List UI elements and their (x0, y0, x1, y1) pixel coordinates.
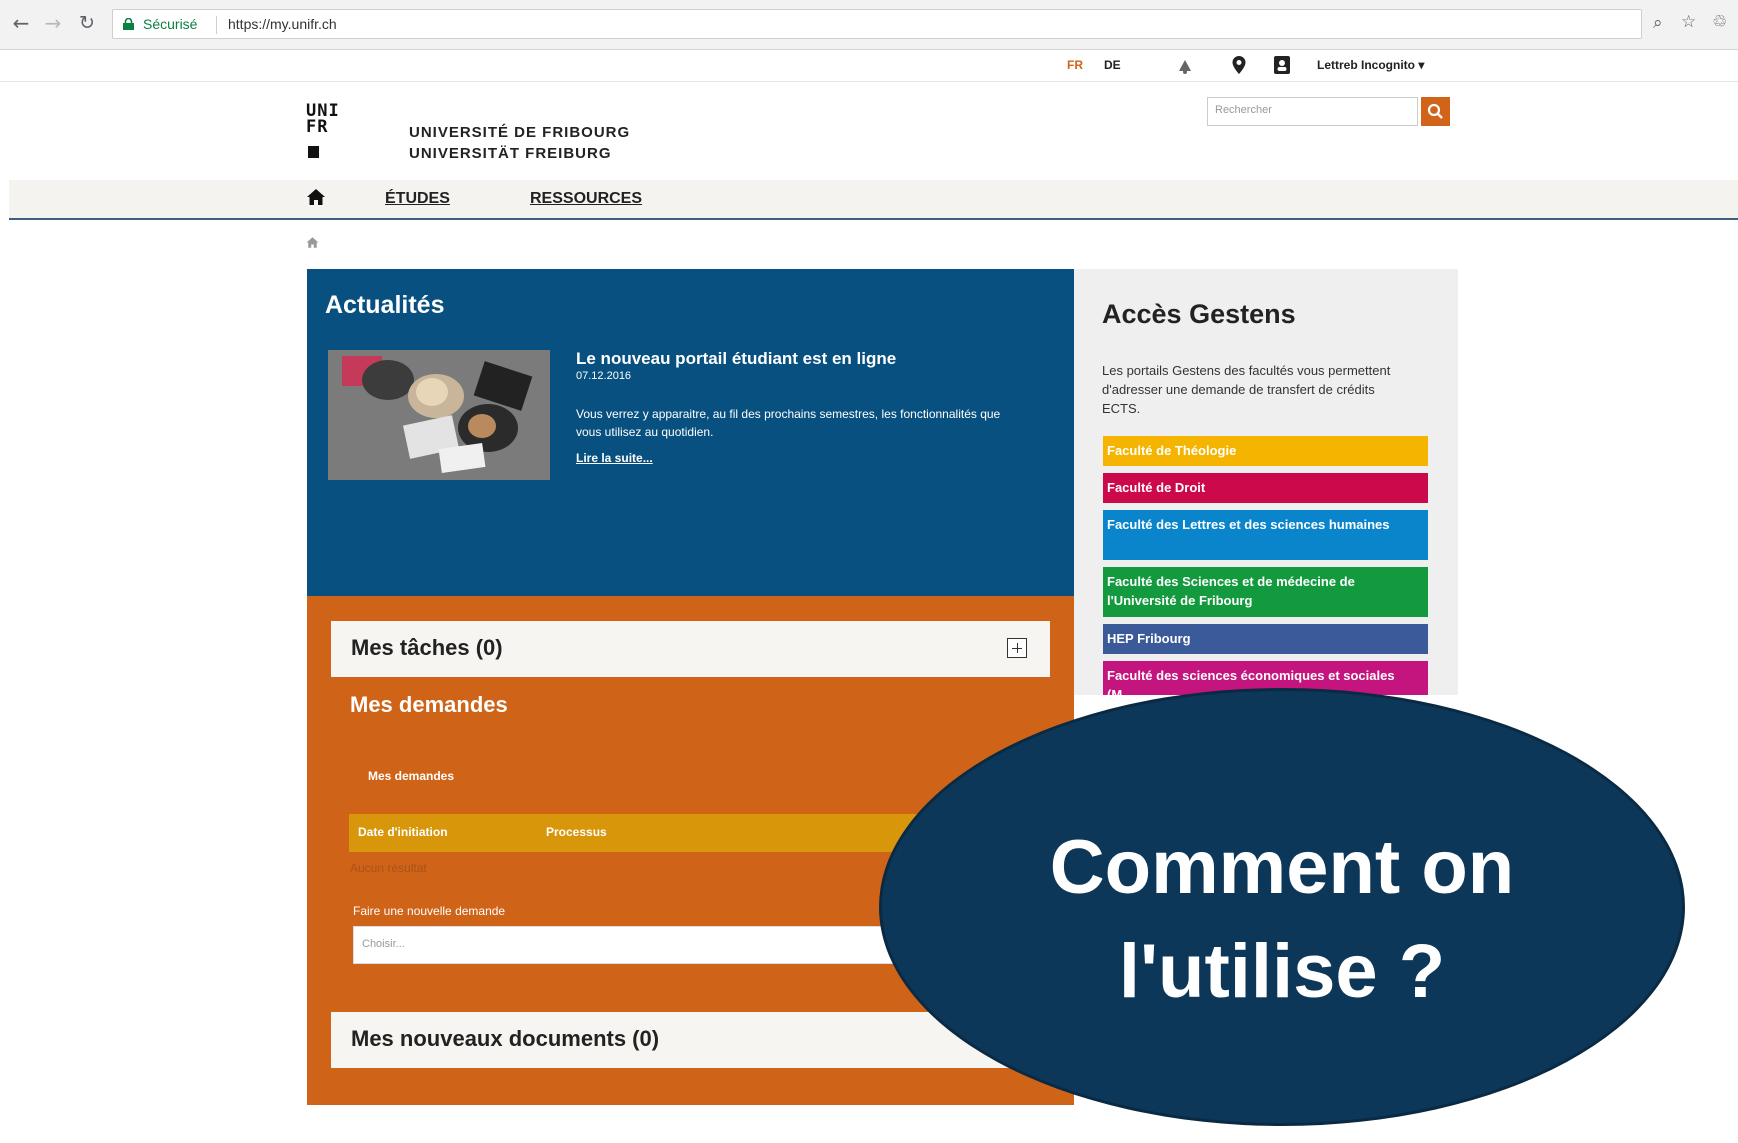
callout-bubble: Comment on l'utilise ? (879, 688, 1685, 1126)
nav-ressources[interactable]: RESSOURCES (530, 190, 642, 208)
screenshot-frame: ← → ↻ Sécurisé https://my.unifr.ch ⌕ ☆ ♲… (0, 0, 1738, 1143)
lang-de-link[interactable]: DE (1104, 58, 1121, 72)
university-name-fr: UNIVERSITÉ DE FRIBOURG (409, 124, 631, 141)
address-bar[interactable]: Sécurisé https://my.unifr.ch (112, 9, 1642, 39)
expand-plus-icon[interactable] (1007, 638, 1027, 658)
search-button[interactable] (1421, 97, 1450, 126)
faculty-lettres-link[interactable]: Faculté des Lettres et des sciences huma… (1103, 510, 1428, 560)
news-title: Actualités (325, 291, 445, 319)
address-separator (216, 16, 217, 34)
news-body: Vous verrez y apparaitre, au fil des pro… (576, 407, 1001, 439)
new-request-label: Faire une nouvelle demande (353, 904, 506, 918)
callout-line-2: l'utilise ? (1118, 929, 1446, 1014)
user-name: Lettreb Incognito (1317, 58, 1415, 72)
news-date: 07.12.2016 (576, 370, 632, 382)
search-icon (1427, 103, 1443, 119)
hep-fribourg-link[interactable]: HEP Fribourg (1103, 624, 1428, 654)
faculty-droit-link[interactable]: Faculté de Droit (1103, 473, 1428, 503)
news-section: Actualités Le nouveau portail étudiant e… (307, 269, 1074, 596)
logo-text-fr: FR (306, 117, 329, 137)
students-photo (328, 350, 550, 480)
forward-arrow-icon[interactable]: → (40, 10, 66, 36)
search-input[interactable]: Rechercher (1207, 97, 1418, 126)
university-name: UNIVERSITÉ DE FRIBOURG UNIVERSITÄT FREIB… (409, 122, 630, 164)
nav-etudes[interactable]: ÉTUDES (385, 190, 450, 208)
zoom-icon[interactable]: ⌕ (1653, 13, 1663, 33)
read-more-link[interactable]: Lire la suite... (576, 451, 653, 465)
address-book-icon[interactable] (1274, 56, 1290, 74)
logo-square-icon (308, 146, 319, 158)
gestens-sidebar: Accès Gestens Les portails Gestens des f… (1074, 269, 1458, 695)
faculty-theologie-link[interactable]: Faculté de Théologie (1103, 436, 1428, 466)
requests-subtitle: Mes demandes (368, 769, 455, 783)
callout-text: Comment on l'utilise ? (882, 816, 1682, 1024)
news-image[interactable] (328, 350, 550, 480)
utility-bar: FR DE Lettreb Incognito ▾ (0, 50, 1738, 82)
url-text[interactable]: https://my.unifr.ch (228, 16, 337, 32)
home-icon[interactable] (306, 188, 326, 206)
caret-down-icon: ▾ (1418, 58, 1425, 72)
gestens-title: Accès Gestens (1102, 299, 1296, 329)
column-processus[interactable]: Processus (546, 825, 607, 839)
lock-icon (123, 18, 134, 30)
bookmark-star-icon[interactable]: ☆ (1681, 12, 1696, 32)
reload-icon[interactable]: ↻ (74, 10, 100, 36)
extension-icon[interactable]: ♲ (1712, 12, 1727, 32)
tasks-title: Mes tâches (0) (351, 635, 503, 660)
column-date-initiation[interactable]: Date d'initiation (358, 825, 448, 839)
secure-label: Sécurisé (143, 16, 198, 32)
documents-title: Mes nouveaux documents (0) (351, 1026, 660, 1051)
user-menu[interactable]: Lettreb Incognito ▾ (1317, 58, 1424, 72)
news-headline[interactable]: Le nouveau portail étudiant est en ligne (576, 349, 896, 369)
map-marker-icon[interactable] (1232, 56, 1246, 75)
no-result-text: Aucun résultat (350, 861, 427, 875)
university-name-de: UNIVERSITÄT FREIBURG (409, 145, 612, 162)
main-navigation: ÉTUDES RESSOURCES (9, 180, 1738, 220)
notification-bell-icon[interactable] (1176, 58, 1194, 74)
lang-fr-link[interactable]: FR (1067, 58, 1083, 72)
unifr-logo[interactable]: UNI FR (306, 103, 340, 137)
callout-line-1: Comment on (1049, 825, 1515, 910)
tasks-panel[interactable]: Mes tâches (0) (331, 621, 1050, 677)
gestens-description: Les portails Gestens des facultés vous p… (1102, 363, 1391, 416)
browser-toolbar: ← → ↻ Sécurisé https://my.unifr.ch ⌕ ☆ ♲ (0, 0, 1738, 50)
requests-title: Mes demandes (350, 692, 508, 717)
back-arrow-icon[interactable]: ← (8, 10, 34, 36)
faculty-sciences-link[interactable]: Faculté des Sciences et de médecine de l… (1103, 567, 1428, 617)
breadcrumb-home-icon[interactable] (306, 236, 319, 249)
